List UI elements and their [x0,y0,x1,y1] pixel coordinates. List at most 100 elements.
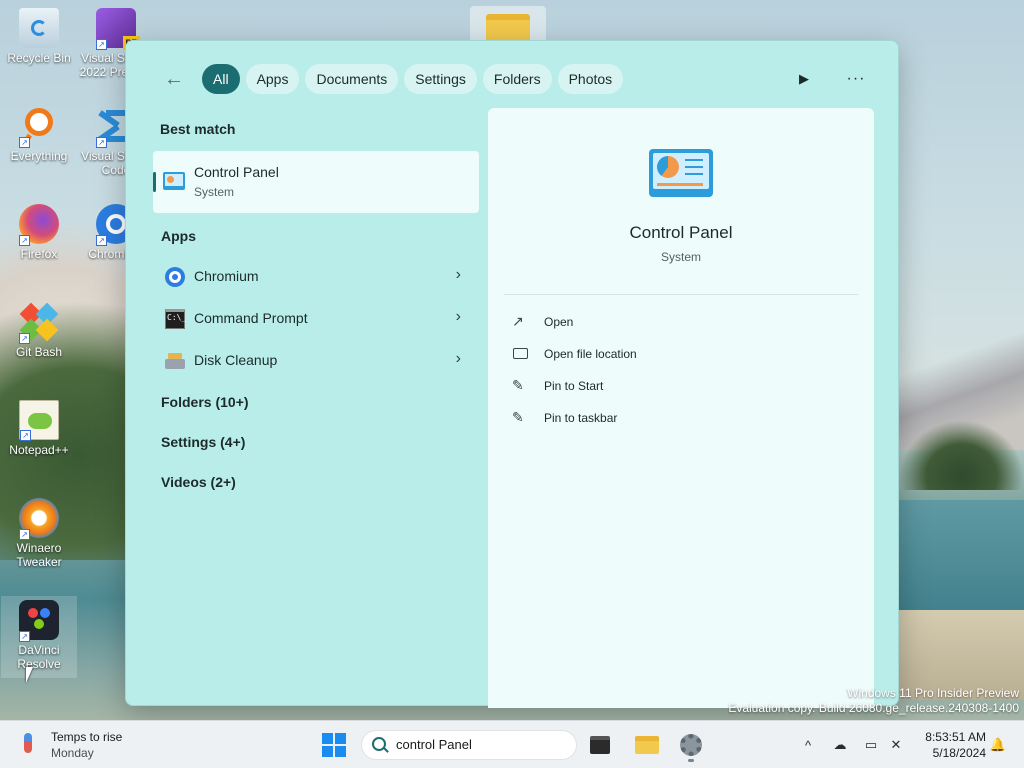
category-folders[interactable]: Folders (10+) [161,394,249,410]
shortcut-arrow-icon: ↗ [96,235,107,246]
windows-logo-icon [322,733,333,744]
shortcut-arrow-icon: ↗ [96,39,107,50]
winaero-tweaker-icon: ↗ [19,498,59,540]
best-match-title: Control Panel [194,164,279,180]
taskbar-app-settings[interactable] [675,729,707,762]
desktop-icon-recycle-bin[interactable]: Recycle Bin [1,8,77,65]
chevron-up-icon[interactable]: ^ [798,735,818,755]
app-result-label: Command Prompt [194,310,308,326]
taskbar-app-file-explorer[interactable] [631,729,663,761]
start-button[interactable] [320,731,348,759]
play-more-filters-icon[interactable]: ▶ [790,67,818,91]
app-result-disk-cleanup[interactable]: Disk Cleanup › [153,341,479,381]
filter-chip-all[interactable]: All [202,64,240,94]
disk-cleanup-icon [165,351,185,371]
weather-widget[interactable]: Temps to rise Monday [18,729,178,761]
watermark-build: Evaluation copy. Build 26080.ge_release.… [728,701,1019,715]
desktop-icon-firefox[interactable]: ↗ Firefox [1,204,77,261]
thermometer-icon [24,733,32,753]
wallpaper-trees [899,420,1024,490]
gear-icon [680,734,702,756]
pin-icon: ✎ [512,409,524,425]
back-arrow-icon[interactable]: ← [156,63,192,95]
details-divider [504,294,858,295]
action-pin-to-taskbar[interactable]: ✎ Pin to taskbar [512,404,842,432]
folder-icon [512,345,530,363]
watermark-edition: Windows 11 Pro Insider Preview [847,686,1019,700]
davinci-resolve-icon: ↗ [19,600,59,642]
category-videos[interactable]: Videos (2+) [161,474,236,490]
app-result-label: Chromium [194,268,259,284]
best-match-result[interactable]: Control Panel System [153,151,479,213]
volume-muted-icon[interactable]: ✕ [886,735,906,755]
details-title: Control Panel [629,223,733,242]
desktop-icon-git-bash[interactable]: ↗ Git Bash [1,302,77,359]
taskbar-search-input[interactable] [396,737,566,752]
mouse-cursor-icon [26,667,33,683]
details-subtitle: System [660,250,701,264]
action-pin-to-start[interactable]: ✎ Pin to Start [512,372,842,400]
more-options-icon[interactable]: ··· [842,67,870,91]
control-panel-icon [163,172,185,190]
action-open-file-location[interactable]: Open file location [512,340,842,368]
desktop-icon-notepad-plus-plus[interactable]: ↗ Notepad++ [1,400,77,457]
open-external-icon: ↗ [512,313,524,329]
command-prompt-icon: C:\_ [165,309,186,329]
clock-date: 5/18/2024 [932,746,986,760]
action-label: Open file location [544,347,637,361]
filter-chip-settings[interactable]: Settings [404,64,477,94]
desktop-icon-winaero-tweaker[interactable]: ↗ Winaero Tweaker [1,498,77,569]
shortcut-arrow-icon: ↗ [19,333,30,344]
recycle-bin-icon [19,8,59,48]
windows-logo-pane [322,746,333,757]
action-label: Pin to taskbar [544,411,618,425]
taskbar-clock[interactable]: 8:53:51 AM 5/18/2024 [914,729,986,761]
folder-icon [486,14,530,42]
apps-heading: Apps [161,228,196,244]
cloud-offline-icon[interactable]: ☁ [830,735,850,755]
desktop-icon-davinci-resolve[interactable]: ↗ DaVinci Resolve [1,596,77,678]
shortcut-arrow-icon: ↗ [19,631,30,642]
wallpaper-lake [899,500,1024,620]
clock-time: 8:53:51 AM [925,730,986,744]
app-result-label: Disk Cleanup [194,352,278,368]
search-results-panel: ← All Apps Documents Settings Folders Ph… [125,40,899,708]
filter-chip-photos[interactable]: Photos [557,64,624,94]
filter-chip-apps[interactable]: Apps [245,64,300,94]
app-result-chromium[interactable]: Chromium › [153,257,479,297]
terminal-icon [590,736,610,754]
filter-chip-folders[interactable]: Folders [482,64,552,94]
network-icon[interactable]: ▭ [861,735,881,755]
chevron-right-icon[interactable]: › [456,350,461,368]
git-bash-icon: ↗ [19,302,59,344]
action-open[interactable]: ↗ Open [512,308,842,336]
best-match-subtitle: System [194,185,235,199]
best-match-heading: Best match [160,121,236,137]
windows-logo-pane [335,733,346,744]
notification-bell-icon[interactable]: 🔔 [988,735,1008,755]
chevron-right-icon[interactable]: › [456,308,461,326]
taskbar: Temps to rise Monday ^ ☁ ▭ ✕ 8:53:51 AM … [0,720,1024,768]
taskbar-search-box[interactable] [361,730,577,760]
shortcut-arrow-icon: ↗ [19,137,30,148]
taskbar-app-terminal[interactable] [584,729,616,761]
search-icon-handle [383,747,389,753]
firefox-icon: ↗ [19,204,59,246]
control-panel-large-icon [649,149,713,197]
filter-chip-documents[interactable]: Documents [305,64,399,94]
desktop-icon-everything[interactable]: ↗ Everything [1,106,77,163]
result-details-pane: Control Panel System ↗ Open Open file lo… [488,108,874,708]
everything-icon: ↗ [19,106,59,148]
action-label: Pin to Start [544,379,604,393]
file-explorer-icon [635,736,659,754]
category-settings[interactable]: Settings (4+) [161,434,245,450]
weather-subtitle: Monday [51,746,94,760]
weather-title: Temps to rise [51,730,123,744]
shortcut-arrow-icon: ↗ [19,235,30,246]
action-label: Open [544,315,574,329]
windows-logo-pane [335,746,346,757]
app-result-command-prompt[interactable]: C:\_ Command Prompt › [153,299,479,339]
chevron-right-icon[interactable]: › [456,266,461,284]
pin-icon: ✎ [512,377,524,393]
shortcut-arrow-icon: ↗ [19,529,30,540]
